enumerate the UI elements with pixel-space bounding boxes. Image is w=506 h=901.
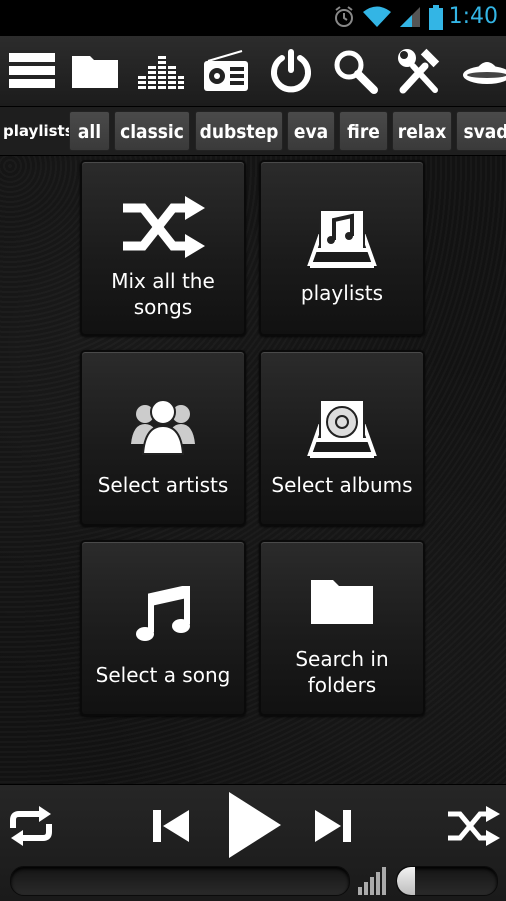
shuffle-icon <box>448 806 500 846</box>
search-icon <box>334 50 378 94</box>
playlists-tile[interactable]: playlists <box>259 160 425 336</box>
next-icon <box>315 810 351 842</box>
tile-label: Select a song <box>95 663 231 687</box>
repeat-icon <box>10 806 52 846</box>
radio-icon <box>204 50 248 91</box>
ufo-button[interactable] <box>452 36 506 106</box>
previous-button[interactable] <box>146 801 196 851</box>
folder-icon <box>72 56 118 88</box>
select-song-tile[interactable]: Select a song <box>80 540 246 716</box>
status-bar: 1:40 <box>0 0 506 36</box>
alarm-icon <box>335 6 353 27</box>
artists-icon <box>131 399 195 455</box>
repeat-button[interactable] <box>4 799 58 853</box>
select-albums-tile[interactable]: Select albums <box>259 350 425 526</box>
playlist-chip-fire[interactable]: fire <box>339 111 388 151</box>
playlist-chip-relax[interactable]: relax <box>392 111 452 151</box>
volume-slider-handle[interactable] <box>397 867 415 895</box>
select-artists-tile[interactable]: Select artists <box>80 350 246 526</box>
play-icon <box>229 792 281 858</box>
toolbar <box>0 36 506 107</box>
shuffle-button[interactable] <box>446 799 502 853</box>
playlist-box-icon <box>307 209 377 268</box>
play-button[interactable] <box>218 787 288 863</box>
playlist-chip-svad[interactable]: svad <box>456 111 506 151</box>
playlist-chip-all[interactable]: all <box>69 111 110 151</box>
folder-button[interactable] <box>66 36 126 106</box>
playlist-chip-eva[interactable]: eva <box>287 111 335 151</box>
tile-label: Select albums <box>271 473 413 497</box>
search-in-folders-tile[interactable]: Search in folders <box>259 540 425 716</box>
next-button[interactable] <box>308 801 358 851</box>
previous-icon <box>153 810 189 842</box>
playlist-chip-classic[interactable]: classic <box>114 111 190 151</box>
tile-label: Search in folders <box>295 647 389 697</box>
settings-tools-button[interactable] <box>390 36 450 106</box>
signal-icon <box>400 7 420 27</box>
equalizer-icon <box>138 56 184 89</box>
battery-icon <box>429 5 443 30</box>
shuffle-icon <box>123 196 205 258</box>
main-menu: Mix all the songs playlists Select artis… <box>0 156 506 784</box>
playlist-chip-dubstep[interactable]: dubstep <box>195 111 283 151</box>
equalizer-button[interactable] <box>131 36 191 106</box>
album-box-icon <box>307 399 377 458</box>
menu-button[interactable] <box>2 36 62 106</box>
player-bar <box>0 784 506 901</box>
progress-slider[interactable] <box>10 866 350 896</box>
power-icon <box>271 49 311 93</box>
volume-slider[interactable] <box>396 866 498 896</box>
clock: 1:40 <box>448 4 498 29</box>
ufo-icon <box>463 62 506 84</box>
tile-label: playlists <box>300 281 384 305</box>
mix-all-songs-tile[interactable]: Mix all the songs <box>80 160 246 336</box>
list-menu-icon <box>9 53 55 88</box>
folder-icon <box>311 580 373 624</box>
playlist-strip: playlists: all classic dubstep eva fire … <box>0 107 506 156</box>
search-button[interactable] <box>325 36 385 106</box>
power-button[interactable] <box>261 36 321 106</box>
tile-label: Select artists <box>97 473 229 497</box>
wifi-icon <box>363 6 391 27</box>
music-note-icon <box>136 586 190 641</box>
volume-level-icon <box>358 867 386 895</box>
tools-icon <box>398 48 440 94</box>
tile-label: Mix all the songs <box>111 269 215 319</box>
radio-button[interactable] <box>196 36 256 106</box>
